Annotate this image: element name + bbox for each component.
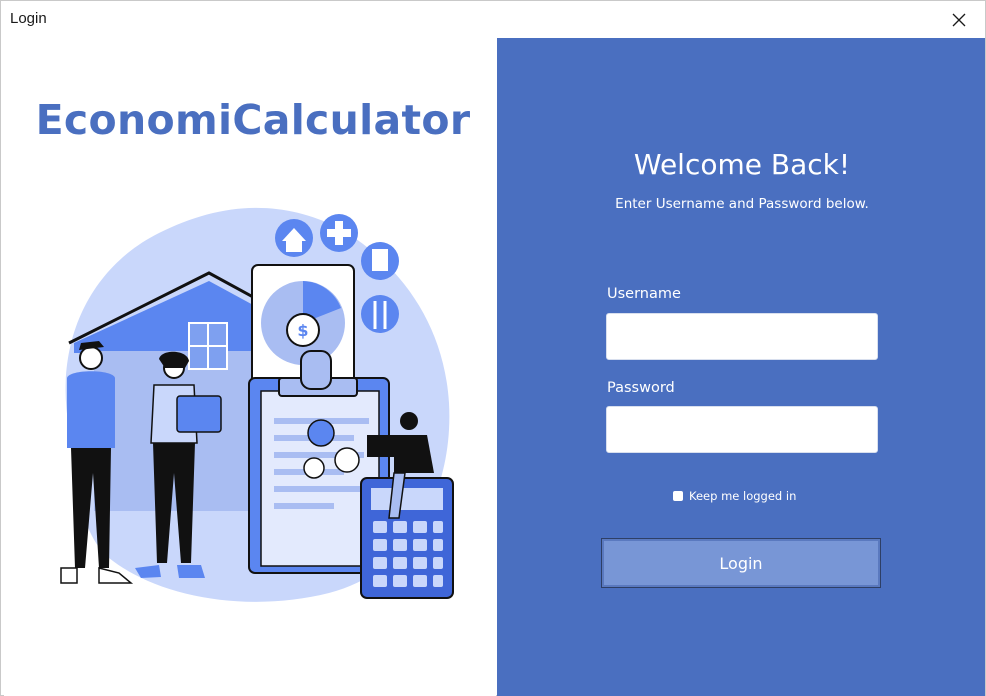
close-button[interactable]	[937, 1, 981, 38]
keep-logged-in-checkbox[interactable]	[673, 491, 683, 501]
login-button[interactable]: Login	[601, 538, 881, 588]
close-icon	[952, 13, 966, 26]
welcome-heading: Welcome Back!	[633, 148, 851, 181]
app-brand-title: EconomiCalculator	[35, 96, 471, 144]
svg-text:$: $	[297, 321, 308, 340]
username-input[interactable]	[606, 313, 878, 360]
login-button-label: Login	[719, 553, 763, 573]
login-panel: Welcome Back! Enter Username and Passwor…	[497, 38, 985, 696]
title-bar[interactable]: Login	[1, 1, 985, 38]
password-label: Password	[607, 380, 675, 396]
password-input[interactable]	[606, 406, 878, 453]
login-subtitle: Enter Username and Password below.	[615, 196, 869, 212]
brand-panel: EconomiCalculator $	[4, 38, 496, 696]
keep-logged-in-row: Keep me logged in	[673, 489, 796, 503]
login-window: Login EconomiCalculator $ Welcome Back! …	[0, 0, 986, 696]
window-title: Login	[10, 10, 47, 27]
username-label: Username	[607, 286, 681, 302]
finance-illustration: $	[60, 207, 454, 602]
keep-logged-in-label[interactable]: Keep me logged in	[689, 489, 796, 503]
